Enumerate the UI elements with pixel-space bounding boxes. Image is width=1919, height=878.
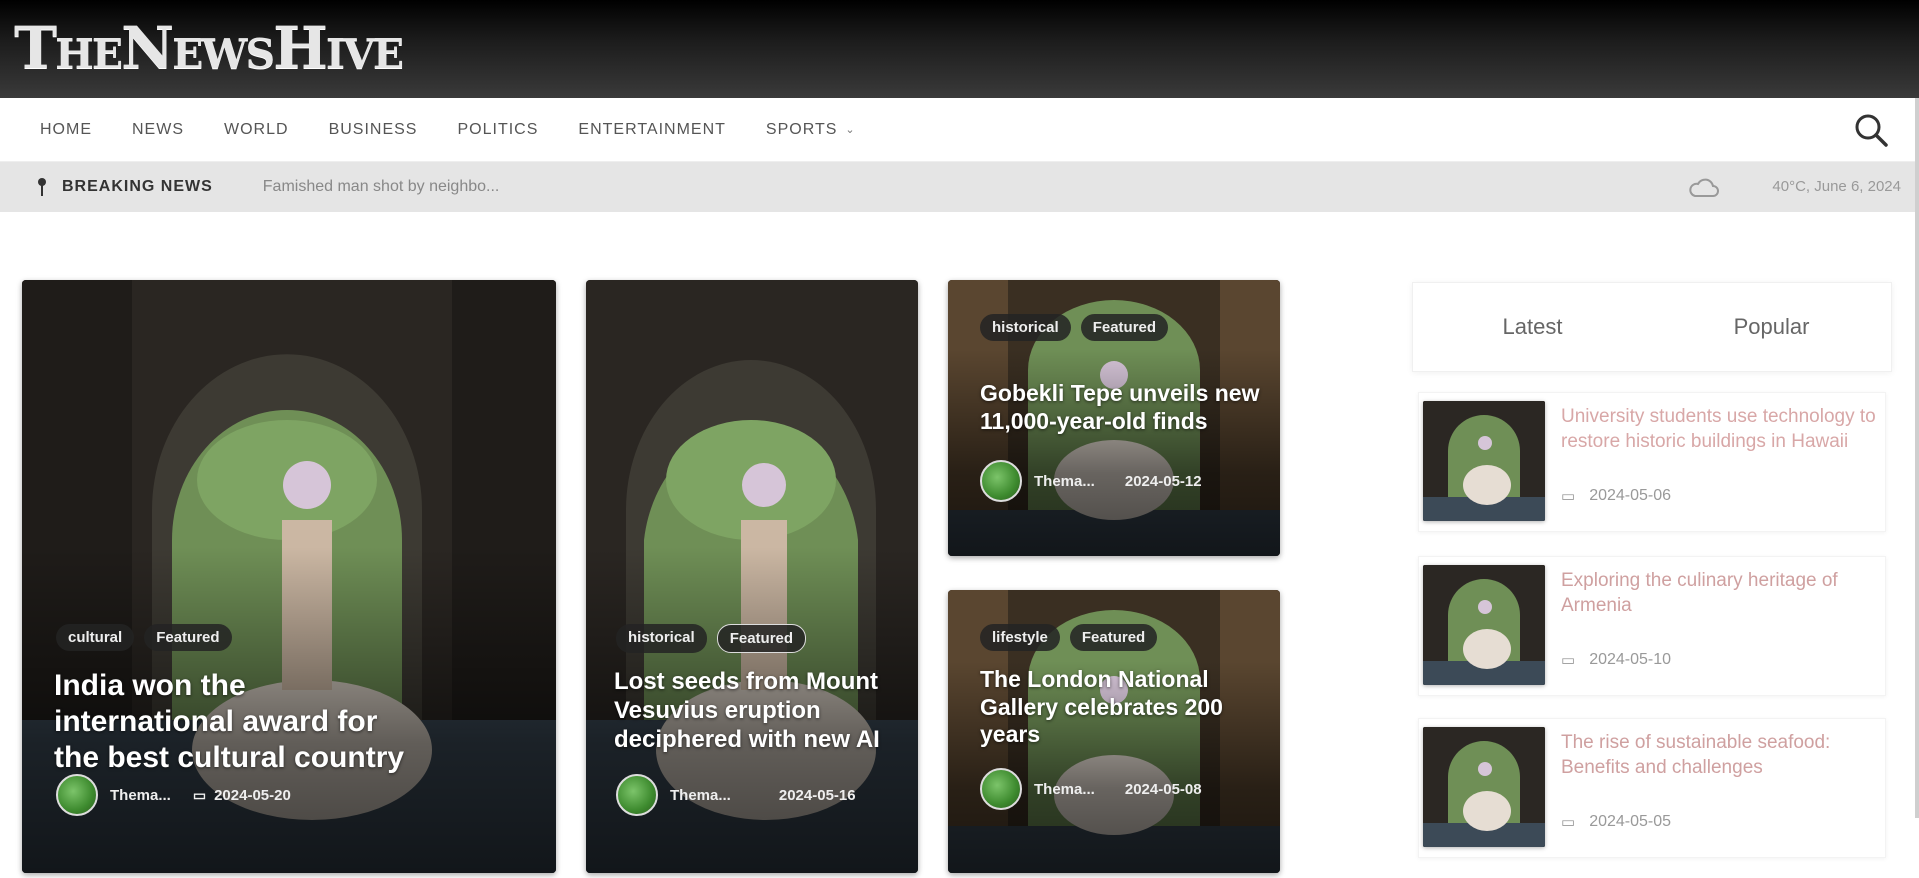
post-date: 2024-05-20 bbox=[214, 786, 291, 804]
featured-tag[interactable]: Featured bbox=[716, 624, 807, 653]
card-tags: cultural Featured bbox=[56, 624, 232, 651]
card-tags: historical Featured bbox=[980, 314, 1169, 341]
breaking-news-label: BREAKING NEWS bbox=[62, 178, 213, 195]
list-item[interactable]: The rise of sustainable seafood: Benefit… bbox=[1418, 718, 1886, 858]
author-name[interactable]: Thema... bbox=[670, 787, 731, 804]
category-tag[interactable]: cultural bbox=[56, 624, 135, 651]
calendar-icon: ▭ bbox=[1561, 652, 1576, 669]
tab-latest[interactable]: Latest bbox=[1413, 314, 1652, 340]
author-name[interactable]: Thema... bbox=[110, 787, 171, 804]
nav-item-world[interactable]: WORLD bbox=[224, 121, 289, 139]
site-header: TheNewsHive bbox=[0, 0, 1919, 98]
nav-item-label: WORLD bbox=[224, 120, 289, 138]
post-date-text: 2024-05-10 bbox=[1589, 651, 1672, 668]
post-title[interactable]: University students use technology to re… bbox=[1561, 405, 1881, 454]
post-date: 2024-05-16 bbox=[778, 786, 856, 804]
current-date: June 6, 2024 bbox=[1814, 178, 1901, 195]
featured-card[interactable]: cultural Featured India won the internat… bbox=[22, 280, 556, 873]
pin-icon bbox=[36, 177, 48, 197]
calendar-icon: ▭ bbox=[192, 786, 207, 803]
nav-item-label: BUSINESS bbox=[328, 120, 418, 138]
avatar[interactable] bbox=[56, 774, 98, 816]
post-title[interactable]: Exploring the culinary heritage of Armen… bbox=[1561, 569, 1881, 618]
nav-item-label: SPORTS bbox=[765, 120, 838, 138]
search-icon[interactable] bbox=[1853, 112, 1889, 148]
author-name[interactable]: Thema... bbox=[1034, 473, 1095, 490]
card-tags: lifestyle Featured bbox=[980, 624, 1158, 651]
featured-tag[interactable]: Featured bbox=[144, 624, 232, 651]
card-meta: Thema... 2024-05-12 bbox=[980, 460, 1202, 502]
nav-item-label: POLITICS bbox=[457, 120, 539, 138]
card-tags: historical Featured bbox=[616, 624, 807, 653]
card-meta: Thema... 2024-05-08 bbox=[980, 768, 1202, 810]
list-item[interactable]: University students use technology to re… bbox=[1418, 392, 1886, 532]
tab-popular[interactable]: Popular bbox=[1652, 314, 1891, 340]
post-date: 2024-05-12 bbox=[1124, 472, 1202, 490]
nav-item-business[interactable]: BUSINESS bbox=[329, 121, 418, 139]
featured-tag[interactable]: Featured bbox=[1069, 624, 1158, 651]
post-date: 2024-05-08 bbox=[1124, 780, 1202, 798]
avatar[interactable] bbox=[980, 460, 1022, 502]
featured-tag[interactable]: Featured bbox=[1080, 314, 1169, 341]
post-date-text: 2024-05-05 bbox=[1589, 813, 1672, 830]
post-date-text: 2024-05-06 bbox=[1589, 487, 1672, 504]
post-date: ▭ 2024-05-10 bbox=[1561, 651, 1671, 669]
breaking-news-headline[interactable]: Famished man shot by neighbo... bbox=[263, 178, 500, 196]
avatar[interactable] bbox=[616, 774, 658, 816]
post-date: ▭ 2024-05-05 bbox=[1561, 813, 1671, 831]
post-thumbnail[interactable] bbox=[1423, 401, 1545, 521]
featured-card[interactable]: lifestyle Featured The London National G… bbox=[948, 590, 1280, 873]
list-item[interactable]: Exploring the culinary heritage of Armen… bbox=[1418, 556, 1886, 696]
avatar[interactable] bbox=[980, 768, 1022, 810]
sidebar-tabs: Latest Popular bbox=[1412, 282, 1892, 372]
breaking-news-bar: BREAKING NEWS Famished man shot by neigh… bbox=[0, 162, 1919, 212]
nav-item-label: NEWS bbox=[132, 120, 184, 138]
card-meta: Thema... ▭ 2024-05-20 bbox=[56, 774, 291, 816]
nav-item-entertainment[interactable]: ENTERTAINMENT bbox=[578, 121, 726, 139]
nav-item-politics[interactable]: POLITICS bbox=[457, 121, 538, 139]
featured-card[interactable]: historical Featured Lost seeds from Moun… bbox=[586, 280, 918, 873]
category-tag[interactable]: historical bbox=[980, 314, 1071, 341]
card-title[interactable]: Lost seeds from Mount Vesuvius eruption … bbox=[614, 668, 904, 754]
page-scrollbar[interactable] bbox=[1915, 98, 1919, 818]
weather-temp: 40°C bbox=[1772, 178, 1806, 195]
main-nav: HOME NEWS WORLD BUSINESS POLITICS ENTERT… bbox=[0, 98, 1919, 162]
card-meta: Thema... 2024-05-16 bbox=[616, 774, 856, 816]
nav-item-news[interactable]: NEWS bbox=[132, 121, 184, 139]
card-title[interactable]: The London National Gallery celebrates 2… bbox=[980, 666, 1260, 749]
featured-card[interactable]: historical Featured Gobekli Tepe unveils… bbox=[948, 280, 1280, 556]
nav-item-label: ENTERTAINMENT bbox=[578, 120, 726, 138]
post-title[interactable]: The rise of sustainable seafood: Benefit… bbox=[1561, 731, 1881, 780]
calendar-icon: ▭ bbox=[1561, 814, 1576, 831]
nav-item-home[interactable]: HOME bbox=[40, 121, 92, 139]
post-date: ▭ 2024-05-06 bbox=[1561, 487, 1671, 505]
card-title[interactable]: Gobekli Tepe unveils new 11,000-year-old… bbox=[980, 380, 1260, 435]
post-thumbnail[interactable] bbox=[1423, 727, 1545, 847]
chevron-down-icon: ⌄ bbox=[845, 124, 856, 136]
author-name[interactable]: Thema... bbox=[1034, 781, 1095, 798]
post-thumbnail[interactable] bbox=[1423, 565, 1545, 685]
card-title[interactable]: India won the international award for th… bbox=[54, 668, 414, 776]
site-logo[interactable]: TheNewsHive bbox=[14, 14, 404, 82]
nav-item-label: HOME bbox=[40, 120, 92, 138]
category-tag[interactable]: lifestyle bbox=[980, 624, 1060, 651]
calendar-icon: ▭ bbox=[1561, 488, 1576, 505]
cloud-icon bbox=[1687, 174, 1719, 200]
breaking-date: 40°C, June 6, 2024 bbox=[1772, 178, 1901, 195]
category-tag[interactable]: historical bbox=[616, 624, 707, 653]
nav-item-sports[interactable]: SPORTS ⌄ bbox=[766, 121, 856, 139]
